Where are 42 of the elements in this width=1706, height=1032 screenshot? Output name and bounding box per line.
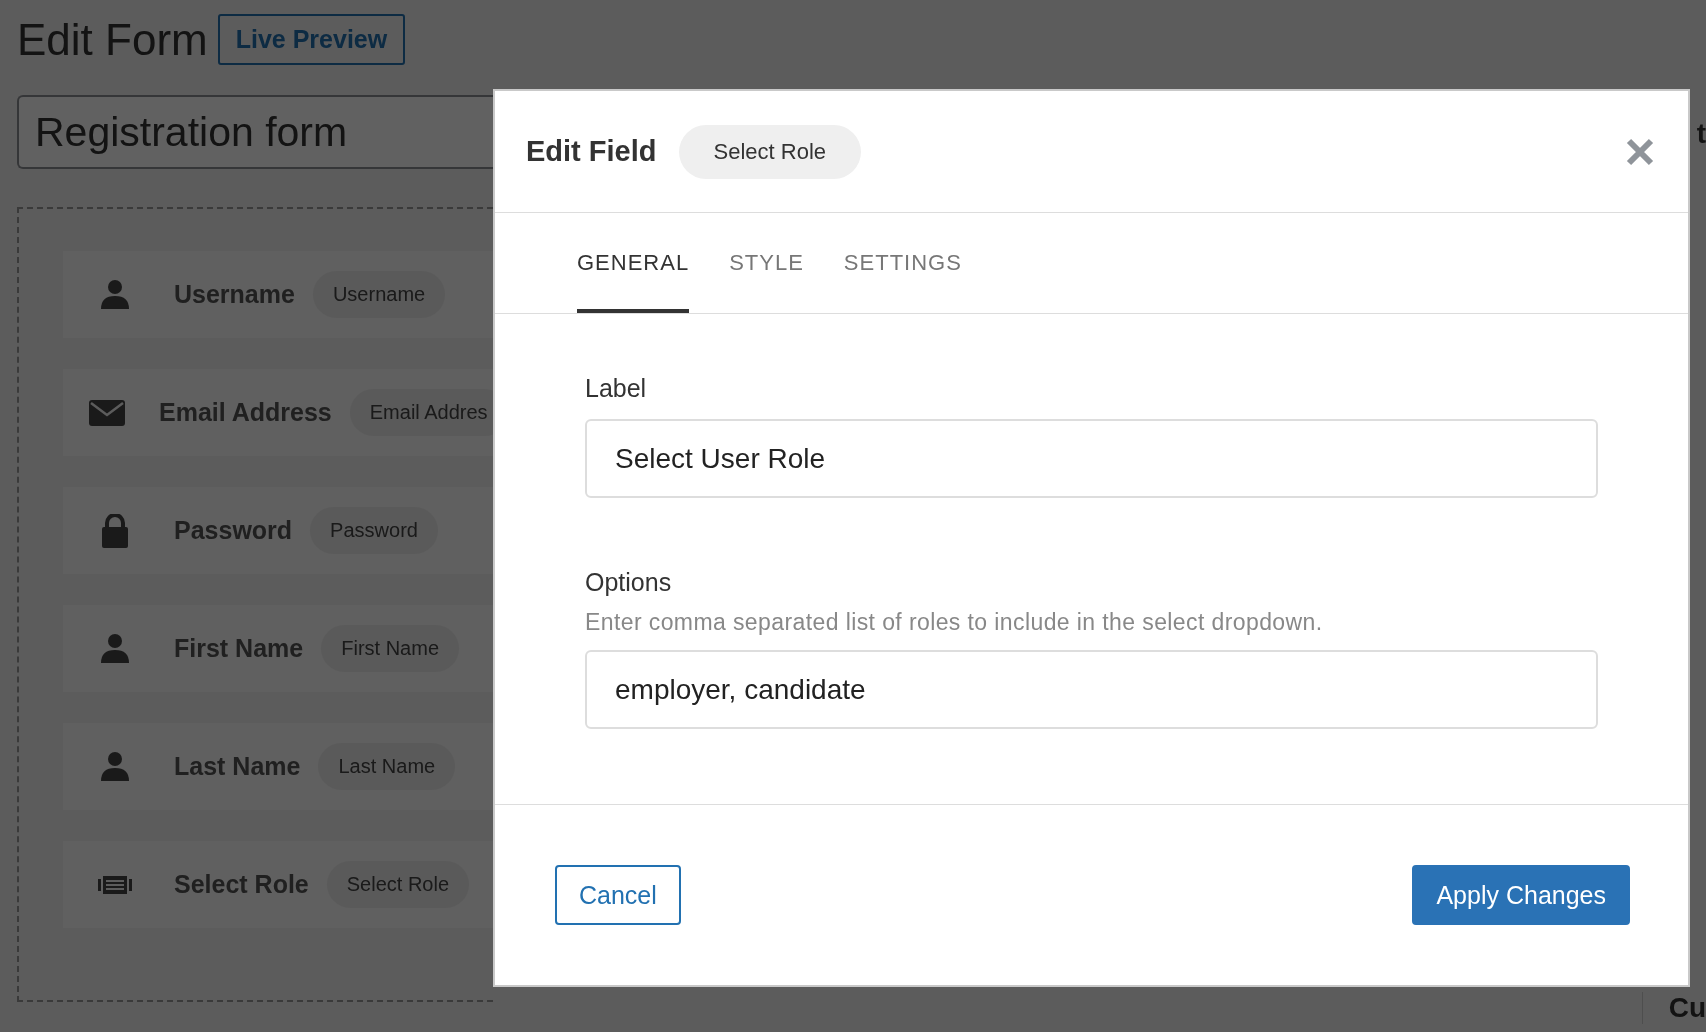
- field-label: Email Address: [159, 398, 332, 427]
- form-field-row[interactable]: Last Name Last Name: [63, 723, 493, 810]
- close-icon: [1626, 137, 1654, 166]
- options-input[interactable]: employer, candidate: [585, 650, 1598, 729]
- cancel-button[interactable]: Cancel: [555, 865, 681, 925]
- tab[interactable]: GENERAL: [577, 213, 690, 313]
- field-tag: Select Role: [326, 861, 470, 908]
- form-field-row[interactable]: First Name First Name: [63, 605, 493, 692]
- user-icon: [99, 750, 130, 783]
- dialog-title: Edit Field: [526, 135, 657, 168]
- form-field-row[interactable]: Password Password: [63, 487, 493, 574]
- form-name-field[interactable]: Registration form: [17, 95, 493, 169]
- panel-cell: Cu: [1641, 992, 1706, 1024]
- options-caption: Options: [585, 568, 673, 597]
- label-input[interactable]: Select User Role: [585, 419, 1598, 498]
- label-caption: Label: [585, 374, 648, 403]
- field-label: Password: [174, 516, 293, 545]
- envelope-icon: [89, 399, 125, 426]
- live-preview-button[interactable]: Live Preview: [217, 14, 406, 65]
- field-tag: Username: [312, 271, 446, 318]
- field-tag: Password: [310, 507, 438, 554]
- field-tag: Last Name: [318, 743, 456, 790]
- list-box-icon: [97, 875, 132, 894]
- lock-icon: [101, 513, 128, 548]
- field-tag: First Name: [321, 625, 459, 672]
- form-field-row[interactable]: Username Username: [63, 251, 493, 338]
- user-icon: [99, 278, 130, 311]
- tab[interactable]: STYLE: [729, 213, 804, 313]
- field-label: First Name: [174, 634, 304, 663]
- form-field-row[interactable]: Select Role Select Role: [63, 841, 493, 928]
- field-type-badge: Select Role: [678, 124, 861, 179]
- page-title: Edit Form: [17, 14, 208, 65]
- tab[interactable]: SETTINGS: [843, 213, 962, 313]
- field-label: Username: [174, 280, 295, 309]
- field-label: Select Role: [174, 870, 309, 899]
- user-icon: [99, 632, 130, 665]
- form-field-row[interactable]: Email Address Email Addres: [63, 369, 493, 456]
- panel-heading: t: [1696, 118, 1706, 150]
- apply-button[interactable]: Apply Changes: [1412, 865, 1630, 925]
- help-text: Enter comma separated list of roles to include in the select dropdown.: [585, 609, 1324, 636]
- field-tag: Email Addres: [349, 389, 493, 436]
- field-label: Last Name: [174, 752, 301, 781]
